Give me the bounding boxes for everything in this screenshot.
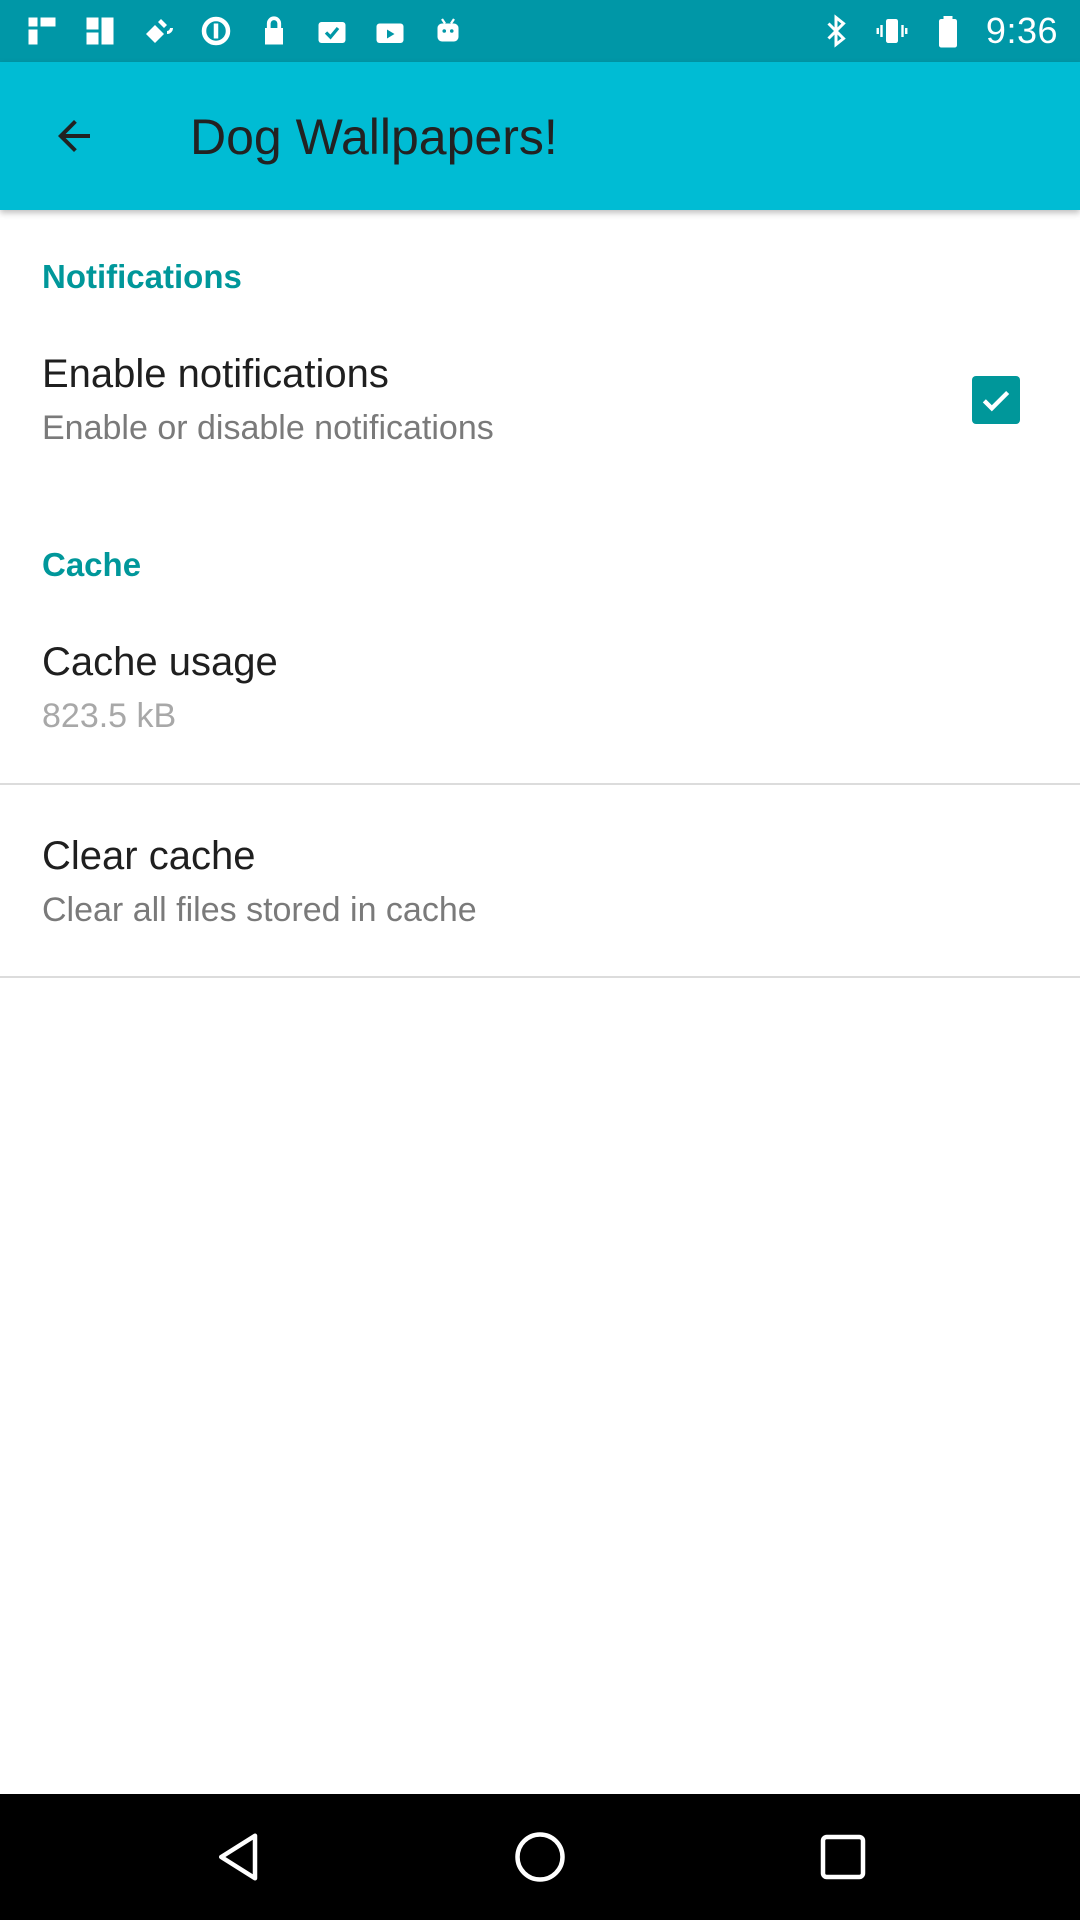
- bluetooth-icon: [818, 13, 854, 49]
- divider: [0, 783, 1080, 785]
- cache-section-header: Cache: [42, 546, 142, 583]
- data-saver-icon: [198, 13, 234, 49]
- signal-alt-icon: [82, 13, 118, 49]
- status-right-icons: 9:36: [818, 10, 1058, 52]
- vibrate-icon: [874, 13, 910, 49]
- cache-usage-title: Cache usage: [42, 640, 278, 684]
- divider: [0, 976, 1080, 978]
- enable-notifications-title: Enable notifications: [42, 352, 389, 396]
- signal-icon: [24, 13, 60, 49]
- enable-notifications-summary: Enable or disable notifications: [42, 409, 494, 447]
- status-clock: 9:36: [985, 10, 1058, 51]
- checkmark-icon: [982, 390, 1010, 412]
- status-left-icons: [24, 12, 466, 50]
- task-done-icon: [314, 13, 350, 49]
- nav-back-button[interactable]: [207, 1824, 273, 1890]
- notifications-section-header: Notifications: [42, 258, 242, 295]
- cache-usage-value: 823.5 kB: [42, 697, 177, 735]
- battery-icon: [930, 13, 966, 49]
- clear-cache-title: Clear cache: [42, 834, 256, 878]
- back-button[interactable]: [30, 102, 118, 170]
- back-arrow-icon: [58, 120, 90, 152]
- lock-icon: [256, 13, 292, 49]
- enable-notifications-checkbox[interactable]: [972, 376, 1020, 424]
- android-icon: [430, 13, 466, 49]
- nav-recents-button[interactable]: [810, 1824, 876, 1890]
- nav-home-icon: [515, 1832, 565, 1882]
- nav-back-icon: [219, 1833, 258, 1881]
- satellite-icon: [140, 13, 176, 49]
- clear-cache-summary: Clear all files stored in cache: [42, 891, 477, 929]
- app-bar: Dog Wallpapers!: [0, 62, 1080, 210]
- page-title: Dog Wallpapers!: [190, 109, 558, 165]
- status-bar: 9:36: [0, 0, 1080, 62]
- briefcase-icon: [372, 13, 408, 49]
- nav-recents-icon: [820, 1834, 866, 1880]
- navigation-bar: [0, 1794, 1080, 1920]
- nav-home-button[interactable]: [507, 1824, 573, 1890]
